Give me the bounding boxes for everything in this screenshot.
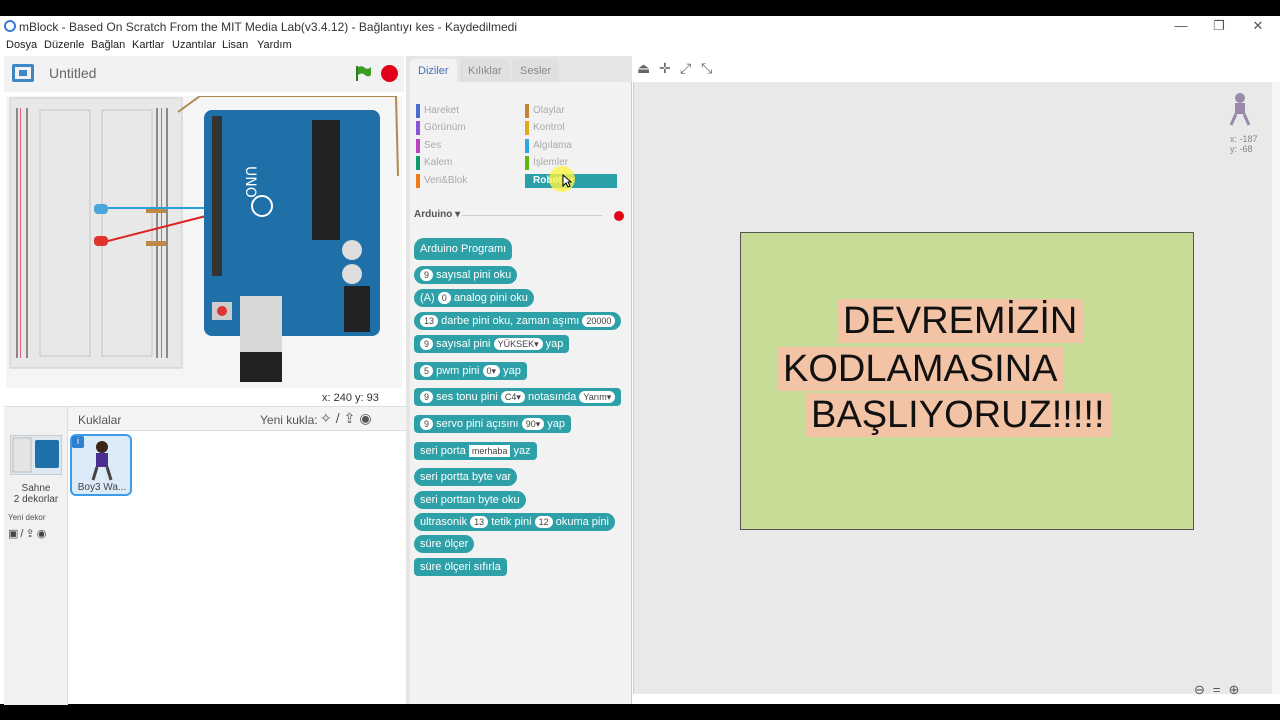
block-pwm-write[interactable]: 5 pwm pini 0▾ yap (414, 362, 527, 380)
minimize-button[interactable]: — (1171, 18, 1191, 33)
menu-bar: Dosya Düzenle Bağlan Kartlar Uzantılar L… (0, 36, 1280, 54)
menu-dosya[interactable]: Dosya (6, 39, 37, 51)
sprites-title: Kuklalar (78, 413, 122, 427)
script-area[interactable]: x: -187 y: -68 DEVREMİZİN KODLAMASINA BA… (633, 82, 1280, 697)
block-digital-read[interactable]: 9 sayısal pini oku (414, 266, 518, 284)
sprite-library-icon[interactable]: ✧ (320, 410, 336, 426)
camera-icon[interactable]: ◉ (37, 528, 49, 540)
menu-duzenle[interactable]: Düzenle (44, 39, 84, 51)
mouse-cursor-icon (562, 174, 572, 188)
extension-name[interactable]: Arduino ▾ (414, 209, 460, 220)
block-analog-read[interactable]: (A) 0 analog pini oku (414, 289, 534, 307)
sprite-card[interactable]: i Boy3 Wa... (70, 434, 132, 496)
scene-label: Sahne 2 dekorlar (13, 483, 59, 505)
close-button[interactable]: ✕ (1248, 18, 1268, 34)
comment-note[interactable]: DEVREMİZİN KODLAMASINA BAŞLIYORUZ!!!!! (740, 232, 1194, 530)
block-servo[interactable]: 9 servo pini açısını 90▾ yap (414, 415, 572, 433)
category-control[interactable]: Kontrol (525, 121, 565, 135)
menu-kartlar[interactable]: Kartlar (132, 39, 164, 51)
block-digital-write[interactable]: 9 sayısal pini YÜKSEK▾ yap (414, 335, 570, 353)
decor-tools: ▣/⇪◉ (8, 527, 48, 540)
palette-tabs: Diziler Kılıklar Sesler (410, 56, 632, 82)
sprite-thumbnail (91, 441, 113, 481)
shrink-icon[interactable]: ⤡ (701, 60, 712, 77)
zoom-in-icon[interactable]: ⊕ (1229, 682, 1248, 697)
sprites-pane: Sahne 2 dekorlar Yeni dekor ▣/⇪◉ Kuklala… (4, 406, 406, 705)
scene-thumbnail[interactable] (10, 435, 62, 475)
green-flag-icon[interactable] (354, 64, 372, 82)
sprite-position: x: -187 y: -68 (1230, 134, 1258, 154)
tab-costumes[interactable]: Kılıklar (460, 59, 510, 82)
zoom-controls: ⊖=⊕ (1194, 682, 1247, 698)
connection-status-dot (614, 211, 624, 221)
extension-divider (462, 215, 602, 216)
tab-sounds[interactable]: Sesler (512, 59, 560, 82)
current-sprite-icon (1229, 93, 1251, 126)
script-toolbar: ⏏ ✛ ⤢ ⤡ (633, 56, 1280, 82)
stamp-icon[interactable]: ⏏ (637, 60, 650, 77)
category-motion[interactable]: Hareket (416, 104, 459, 118)
block-serial-write[interactable]: seri porta merhaba yaz (414, 442, 537, 460)
category-sensing[interactable]: Algılama (525, 139, 572, 153)
fullscreen-icon[interactable] (12, 64, 34, 82)
menu-uzantilar[interactable]: Uzantılar (172, 39, 216, 51)
block-reset-timer[interactable]: süre ölçeri sıfırla (414, 558, 507, 576)
block-pulse-read[interactable]: 13 darbe pini oku, zaman aşımı 20000 (414, 312, 622, 330)
menu-baglan[interactable]: Bağlan (91, 39, 125, 51)
zoom-reset-icon[interactable]: = (1213, 682, 1229, 697)
category-sound[interactable]: Ses (416, 139, 441, 153)
app-window: mBlock - Based On Scratch From the MIT M… (0, 16, 1280, 705)
grow-icon[interactable]: ⤢ (680, 60, 691, 77)
board-label: UNO (242, 166, 258, 198)
image-icon[interactable]: ▣ (8, 528, 20, 540)
move-icon[interactable]: ✛ (659, 60, 671, 77)
zoom-out-icon[interactable]: ⊖ (1194, 682, 1213, 697)
new-sprite-tools: ✧/⇪◉ (320, 410, 376, 427)
camera-icon[interactable]: ◉ (359, 410, 375, 426)
maximize-button[interactable]: ❐ (1209, 18, 1229, 34)
category-pen[interactable]: Kalem (416, 156, 452, 170)
note-line-1: DEVREMİZİN (837, 299, 1084, 343)
block-serial-available[interactable]: seri portta byte var (414, 468, 518, 486)
stage-header: Untitled (4, 56, 404, 92)
mblock-app-icon (4, 20, 16, 32)
script-scrollbar[interactable] (1272, 82, 1280, 694)
category-data[interactable]: Veri&Blok (416, 174, 467, 188)
block-timer[interactable]: süre ölçer (414, 535, 475, 553)
sprites-header: Kuklalar Yeni kukla: ✧/⇪◉ (68, 407, 406, 431)
tab-scripts[interactable]: Diziler (410, 59, 457, 82)
category-events[interactable]: Olaylar (525, 104, 565, 118)
new-sprite-label: Yeni kukla: (260, 413, 318, 427)
paint-brush-icon[interactable]: / (336, 410, 344, 426)
window-title: mBlock - Based On Scratch From the MIT M… (19, 20, 517, 34)
block-arduino-program[interactable]: Arduino Programı (414, 238, 513, 260)
menu-yardim[interactable]: Yardım (257, 39, 292, 51)
mouse-coordinates: x: 240 y: 93 (322, 392, 379, 404)
upload-icon[interactable]: ⇪ (344, 410, 360, 426)
project-title[interactable]: Untitled (49, 65, 96, 81)
new-decor-label: Yeni dekor (8, 513, 46, 522)
block-serial-read[interactable]: seri porttan byte oku (414, 491, 526, 509)
arduino-breadboard-image: UNO (6, 96, 402, 388)
stop-icon[interactable] (381, 65, 398, 82)
stage-canvas[interactable]: UNO (6, 96, 402, 388)
block-ultrasonic[interactable]: ultrasonik 13 tetik pini 12 okuma pini (414, 513, 615, 531)
note-line-3: BAŞLIYORUZ!!!!! (805, 393, 1111, 437)
upload-icon[interactable]: ⇪ (25, 528, 36, 540)
title-bar: mBlock - Based On Scratch From the MIT M… (0, 16, 1280, 36)
scene-column: Sahne 2 dekorlar Yeni dekor ▣/⇪◉ (4, 407, 68, 705)
note-line-2: KODLAMASINA (777, 347, 1064, 391)
block-play-tone[interactable]: 9 ses tonu pini C4▾ notasında Yarım▾ (414, 388, 622, 406)
menu-lisan[interactable]: Lisan (222, 39, 248, 51)
blocks-palette: Diziler Kılıklar Sesler Hareket Görünüm … (410, 56, 632, 704)
sprite-name: Boy3 Wa... (77, 482, 127, 493)
category-looks[interactable]: Görünüm (416, 121, 466, 135)
arduino-extension-header[interactable]: Arduino ▾ (414, 209, 624, 223)
